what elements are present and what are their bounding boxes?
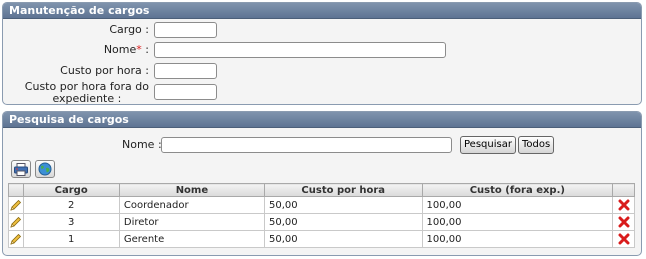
- header-custo-fora[interactable]: Custo (fora exp.): [421, 183, 614, 197]
- header-cargo[interactable]: Cargo: [22, 183, 120, 197]
- pesquisar-button[interactable]: Pesquisar: [460, 136, 516, 154]
- maintenance-panel: Manutenção de cargos Cargo : Nome* : Cus…: [2, 2, 642, 105]
- pencil-icon: [10, 199, 22, 211]
- nome-input[interactable]: [154, 42, 446, 58]
- cargos-table: Cargo Nome Custo por hora Custo (fora ex…: [8, 183, 635, 248]
- delete-button[interactable]: [612, 230, 635, 248]
- pencil-icon: [10, 233, 22, 245]
- pencil-icon: [10, 216, 22, 228]
- table-row: 2 Coordenador 50,00 100,00: [8, 196, 635, 214]
- cell-custo-fora: 100,00: [421, 213, 614, 231]
- nome-label: Nome* :: [104, 44, 149, 56]
- required-asterisk: *: [136, 43, 142, 56]
- cargo-row: Cargo :: [3, 22, 641, 40]
- red-x-icon: [618, 199, 630, 211]
- custo-fora-label-line2: expediente :: [52, 92, 122, 105]
- cell-custo-fora: 100,00: [421, 196, 614, 214]
- cell-custo-fora: 100,00: [421, 230, 614, 248]
- custo-hora-row: Custo por hora :: [3, 63, 641, 81]
- maintenance-title: Manutenção de cargos: [3, 3, 641, 19]
- cell-nome: Gerente: [118, 230, 265, 248]
- search-title: Pesquisa de cargos: [3, 112, 641, 128]
- edit-button[interactable]: [8, 213, 24, 231]
- table-row: 1 Gerente 50,00 100,00: [8, 230, 635, 248]
- red-x-icon: [618, 233, 630, 245]
- search-panel: Pesquisa de cargos Nome : Pesquisar Todo…: [2, 111, 642, 256]
- globe-button[interactable]: [35, 160, 55, 178]
- cargo-input[interactable]: [154, 22, 217, 38]
- custo-fora-label: Custo por hora fora do expediente :: [25, 81, 149, 105]
- custo-hora-label: Custo por hora :: [60, 64, 149, 77]
- cell-custo: 50,00: [263, 196, 423, 214]
- header-custo-hora[interactable]: Custo por hora: [263, 183, 423, 197]
- cell-cargo: 1: [22, 230, 120, 248]
- custo-hora-input[interactable]: [154, 63, 217, 79]
- search-nome-input[interactable]: [161, 137, 452, 153]
- globe-icon: [38, 162, 52, 176]
- custo-fora-input[interactable]: [154, 84, 217, 100]
- cell-cargo: 3: [22, 213, 120, 231]
- print-icon: [14, 162, 28, 176]
- cell-custo: 50,00: [263, 213, 423, 231]
- search-nome-label: Nome :: [122, 138, 162, 151]
- custo-fora-row: Custo por hora fora do expediente :: [3, 81, 641, 105]
- nome-label-colon: :: [145, 43, 149, 56]
- nome-row: Nome* :: [3, 42, 641, 60]
- cell-cargo: 2: [22, 196, 120, 214]
- header-delete: [612, 183, 635, 197]
- delete-button[interactable]: [612, 196, 635, 214]
- edit-button[interactable]: [8, 196, 24, 214]
- cell-nome: Coordenador: [118, 196, 265, 214]
- print-button[interactable]: [11, 160, 31, 178]
- nome-label-text: Nome: [103, 43, 137, 56]
- table-row: 3 Diretor 50,00 100,00: [8, 213, 635, 231]
- table-header-row: Cargo Nome Custo por hora Custo (fora ex…: [8, 183, 635, 197]
- delete-button[interactable]: [612, 213, 635, 231]
- edit-button[interactable]: [8, 230, 24, 248]
- header-nome[interactable]: Nome: [118, 183, 265, 197]
- cell-nome: Diretor: [118, 213, 265, 231]
- cell-custo: 50,00: [263, 230, 423, 248]
- todos-button[interactable]: Todos: [518, 136, 555, 154]
- header-edit: [8, 183, 24, 197]
- red-x-icon: [618, 216, 630, 228]
- cargo-label: Cargo :: [109, 23, 149, 36]
